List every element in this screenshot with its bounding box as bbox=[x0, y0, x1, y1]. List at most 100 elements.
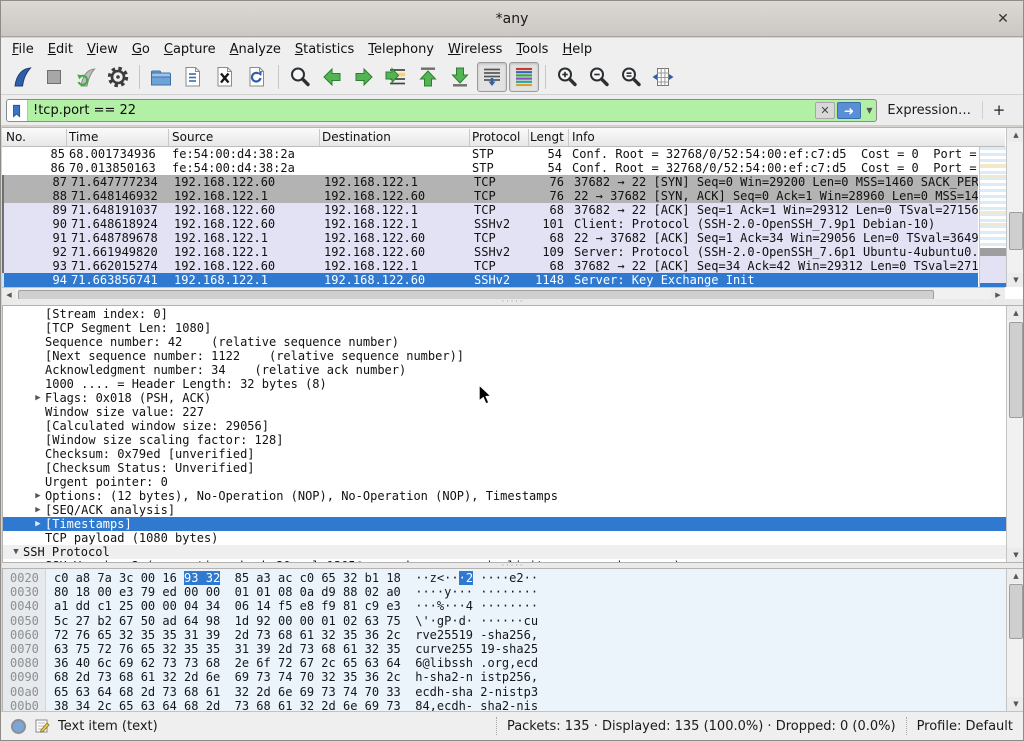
packet-row-92[interactable]: 9271.661949820192.168.122.1192.168.122.6… bbox=[2, 245, 978, 259]
menu-file[interactable]: File bbox=[5, 40, 41, 59]
scroll-up-arrow[interactable]: ▲ bbox=[1007, 128, 1024, 142]
packet-row-94[interactable]: 9471.663856741192.168.122.1192.168.122.6… bbox=[2, 273, 978, 287]
open-file-button[interactable] bbox=[146, 62, 176, 92]
hex-row-00a0[interactable]: 00a065 63 64 68 2d 73 68 61 32 2d 6e 69 … bbox=[3, 685, 1006, 699]
col-protocol[interactable]: Protocol bbox=[472, 130, 520, 144]
detail-line[interactable]: ▼SSH Protocol bbox=[3, 545, 1006, 559]
expand-arrow-icon[interactable]: ▼ bbox=[9, 545, 23, 559]
title-bar[interactable]: *any ✕ bbox=[1, 1, 1023, 37]
col-time[interactable]: Time bbox=[69, 130, 98, 144]
menu-telephony[interactable]: Telephony bbox=[361, 40, 441, 59]
scroll-up-arrow[interactable]: ▲ bbox=[1007, 569, 1024, 583]
scrollbar-thumb[interactable] bbox=[1009, 212, 1023, 250]
scroll-down-arrow[interactable]: ▼ bbox=[1007, 697, 1024, 711]
col-source[interactable]: Source bbox=[172, 130, 213, 144]
detail-line[interactable]: [Next sequence number: 1122 (relative se… bbox=[3, 349, 1006, 363]
stop-capture-button[interactable] bbox=[39, 62, 69, 92]
first-packet-button[interactable] bbox=[413, 62, 443, 92]
hex-row-00b0[interactable]: 00b038 34 2c 65 63 64 68 2d 73 68 61 32 … bbox=[3, 699, 1006, 712]
packet-row-87[interactable]: 8771.647777234192.168.122.60192.168.122.… bbox=[2, 175, 978, 189]
expert-info-icon[interactable] bbox=[11, 719, 26, 734]
detail-line[interactable]: ▶Flags: 0x018 (PSH, ACK) bbox=[3, 391, 1006, 405]
display-filter-input[interactable]: !tcp.port == 22 ✕ ➜ ▼ bbox=[6, 99, 877, 122]
filter-bookmark-button[interactable] bbox=[7, 100, 28, 121]
auto-scroll-button[interactable] bbox=[477, 62, 507, 92]
packet-list-header[interactable]: No. Time Source Destination Protocol Len… bbox=[2, 128, 1005, 147]
detail-line[interactable]: 1000 .... = Header Length: 32 bytes (8) bbox=[3, 377, 1006, 391]
hex-row-0040[interactable]: 0040a1 dd c1 25 00 00 04 34 06 14 f5 e8 … bbox=[3, 599, 1006, 613]
scroll-up-arrow[interactable]: ▲ bbox=[1007, 306, 1024, 320]
scroll-down-arrow[interactable]: ▼ bbox=[1007, 273, 1024, 287]
detail-line[interactable]: Checksum: 0x79ed [unverified] bbox=[3, 447, 1006, 461]
menu-statistics[interactable]: Statistics bbox=[288, 40, 361, 59]
filter-dropdown-button[interactable]: ▼ bbox=[863, 102, 876, 119]
expand-arrow-icon[interactable]: ▶ bbox=[31, 391, 45, 405]
colorize-button[interactable] bbox=[509, 62, 539, 92]
col-length[interactable]: Length bbox=[530, 130, 564, 144]
packet-row-90[interactable]: 9071.648618924192.168.122.60192.168.122.… bbox=[2, 217, 978, 231]
detail-line[interactable]: Acknowledgment number: 34 (relative ack … bbox=[3, 363, 1006, 377]
hex-row-0080[interactable]: 008036 40 6c 69 62 73 73 68 2e 6f 72 67 … bbox=[3, 656, 1006, 670]
menu-analyze[interactable]: Analyze bbox=[223, 40, 288, 59]
zoom-in-button[interactable] bbox=[552, 62, 582, 92]
detail-line[interactable]: Sequence number: 42 (relative sequence n… bbox=[3, 335, 1006, 349]
hex-row-0030[interactable]: 003080 18 00 e3 79 ed 00 00 01 01 08 0a … bbox=[3, 585, 1006, 599]
next-packet-button[interactable] bbox=[349, 62, 379, 92]
go-to-packet-button[interactable] bbox=[381, 62, 411, 92]
detail-line[interactable]: [Window size scaling factor: 128] bbox=[3, 433, 1006, 447]
hex-row-0070[interactable]: 007063 75 72 76 65 32 35 35 31 39 2d 73 … bbox=[3, 642, 1006, 656]
packet-row-85[interactable]: 8568.001734936fe:54:00:d4:38:2aSTP54Conf… bbox=[2, 147, 978, 161]
save-file-button[interactable] bbox=[178, 62, 208, 92]
scrollbar-thumb[interactable] bbox=[1009, 584, 1023, 639]
expression-button[interactable]: Expression… bbox=[887, 103, 971, 118]
capture-comment-icon[interactable] bbox=[34, 718, 50, 734]
hex-row-0090[interactable]: 009068 2d 73 68 61 32 2d 6e 69 73 74 70 … bbox=[3, 670, 1006, 684]
menu-capture[interactable]: Capture bbox=[157, 40, 223, 59]
last-packet-button[interactable] bbox=[445, 62, 475, 92]
detail-line[interactable]: [Checksum Status: Unverified] bbox=[3, 461, 1006, 475]
capture-options-button[interactable] bbox=[103, 62, 133, 92]
packet-row-89[interactable]: 8971.648191037192.168.122.60192.168.122.… bbox=[2, 203, 978, 217]
hex-vscrollbar[interactable]: ▲ ▼ bbox=[1006, 569, 1024, 711]
details-vscrollbar[interactable]: ▲ ▼ bbox=[1006, 306, 1024, 562]
status-profile[interactable]: Profile: Default bbox=[917, 719, 1013, 734]
close-file-button[interactable] bbox=[210, 62, 240, 92]
col-destination[interactable]: Destination bbox=[322, 130, 391, 144]
packet-row-86[interactable]: 8670.013850163fe:54:00:d4:38:2aSTP54Conf… bbox=[2, 161, 978, 175]
scrollbar-thumb[interactable] bbox=[1009, 322, 1023, 418]
menu-go[interactable]: Go bbox=[125, 40, 157, 59]
expand-arrow-icon[interactable]: ▶ bbox=[31, 503, 45, 517]
hex-row-0060[interactable]: 006072 76 65 32 35 35 31 39 2d 73 68 61 … bbox=[3, 628, 1006, 642]
zoom-reset-button[interactable] bbox=[616, 62, 646, 92]
menu-tools[interactable]: Tools bbox=[509, 40, 555, 59]
detail-line[interactable]: [Calculated window size: 29056] bbox=[3, 419, 1006, 433]
detail-line[interactable]: Window size value: 227 bbox=[3, 405, 1006, 419]
detail-line[interactable]: ▶[SEQ/ACK analysis] bbox=[3, 503, 1006, 517]
menu-edit[interactable]: Edit bbox=[41, 40, 80, 59]
menu-view[interactable]: View bbox=[80, 40, 125, 59]
start-capture-button[interactable] bbox=[7, 62, 37, 92]
hex-row-0050[interactable]: 00505c 27 b2 67 50 ad 64 98 1d 92 00 00 … bbox=[3, 614, 1006, 628]
detail-line[interactable]: ▶Options: (12 bytes), No-Operation (NOP)… bbox=[3, 489, 1006, 503]
close-window-button[interactable]: ✕ bbox=[993, 9, 1013, 29]
expand-arrow-icon[interactable]: ▶ bbox=[31, 517, 45, 531]
detail-line[interactable]: [TCP Segment Len: 1080] bbox=[3, 321, 1006, 335]
expand-arrow-icon[interactable]: ▶ bbox=[31, 489, 45, 503]
packet-list-vscrollbar[interactable]: ▲ ▼ bbox=[1006, 128, 1024, 287]
zoom-out-button[interactable] bbox=[584, 62, 614, 92]
filter-add-button[interactable]: + bbox=[989, 99, 1009, 121]
menu-wireless[interactable]: Wireless bbox=[441, 40, 509, 59]
restart-capture-button[interactable] bbox=[71, 62, 101, 92]
filter-apply-button[interactable]: ➜ bbox=[837, 102, 861, 119]
col-info[interactable]: Info bbox=[572, 130, 595, 144]
detail-line[interactable]: Urgent pointer: 0 bbox=[3, 475, 1006, 489]
detail-line[interactable]: [Stream index: 0] bbox=[3, 307, 1006, 321]
previous-packet-button[interactable] bbox=[317, 62, 347, 92]
packet-row-88[interactable]: 8871.648146932192.168.122.1192.168.122.6… bbox=[2, 189, 978, 203]
hex-row-0020[interactable]: 0020c0 a8 7a 3c 00 16 93 32 85 a3 ac c0 … bbox=[3, 571, 1006, 585]
menu-help[interactable]: Help bbox=[555, 40, 599, 59]
col-no[interactable]: No. bbox=[6, 130, 26, 144]
resize-columns-button[interactable] bbox=[648, 62, 678, 92]
reload-file-button[interactable] bbox=[242, 62, 272, 92]
find-packet-button[interactable] bbox=[285, 62, 315, 92]
